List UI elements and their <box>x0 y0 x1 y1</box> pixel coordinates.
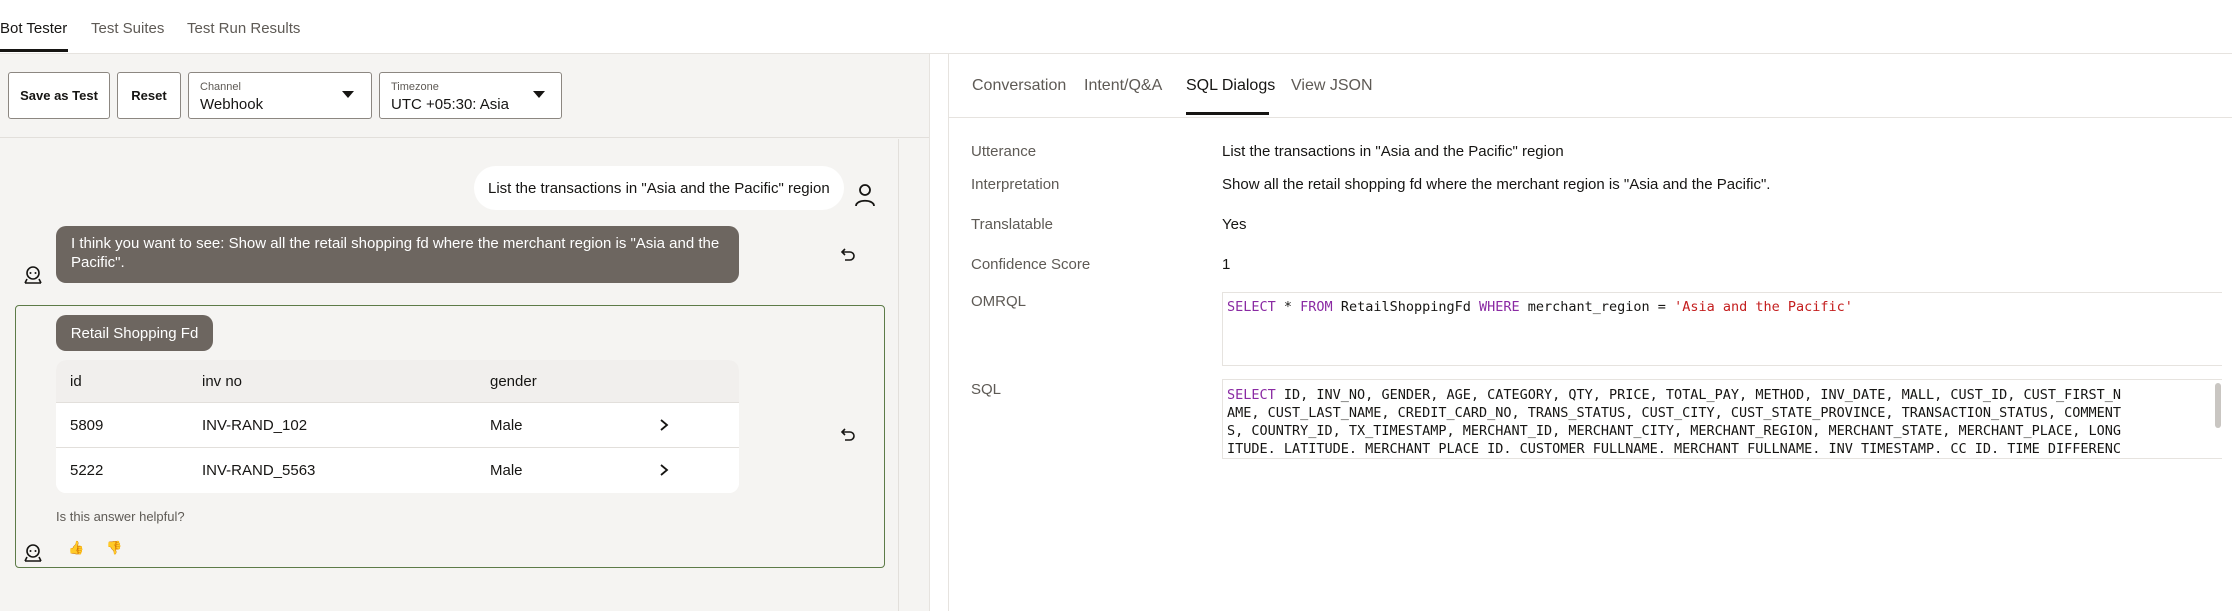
translatable-label: Translatable <box>971 216 1053 233</box>
thumbs-down-icon[interactable]: 👎 <box>106 540 122 556</box>
tab-conversation[interactable]: Conversation <box>972 77 1066 95</box>
table-row[interactable]: 5809 INV-RAND_102 Male <box>56 403 739 448</box>
translatable-value: Yes <box>1222 216 1247 233</box>
sql-keyword: SELECT <box>1227 299 1276 315</box>
sql-label: SQL <box>971 381 1002 398</box>
confidence-score-value: 1 <box>1222 256 1231 273</box>
chevron-right-icon[interactable] <box>657 418 671 432</box>
code-text: ID, INV_NO, GENDER, AGE, CATEGORY, QTY, … <box>1275 387 2122 403</box>
undo-icon[interactable] <box>838 426 856 444</box>
cell-gender: Male <box>490 462 523 479</box>
sql-scrollbar[interactable] <box>2215 383 2221 428</box>
details-pane: Conversation Intent/Q&A SQL Dialogs View… <box>949 54 2232 611</box>
channel-label: Channel <box>200 81 241 93</box>
tab-test-run-results[interactable]: Test Run Results <box>187 20 300 37</box>
user-message-text: List the transactions in "Asia and the P… <box>488 179 830 197</box>
tab-intent-qa[interactable]: Intent/Q&A <box>1084 77 1162 95</box>
channel-select[interactable]: Channel Webhook <box>188 72 372 119</box>
table-row[interactable]: 5222 INV-RAND_5563 Male <box>56 448 739 493</box>
column-header-gender: gender <box>490 372 537 390</box>
details-tab-bar: Conversation Intent/Q&A SQL Dialogs View… <box>949 54 2232 118</box>
utterance-label: Utterance <box>971 143 1037 160</box>
user-avatar-icon <box>855 184 875 207</box>
code-text: RetailShoppingFd <box>1332 299 1479 315</box>
tab-bot-tester[interactable]: Bot Tester <box>0 20 67 37</box>
cell-inv-no: INV-RAND_5563 <box>202 462 316 479</box>
timezone-select[interactable]: Timezone UTC +05:30: Asia <box>379 72 562 119</box>
sql-line: ITUDE. LATITUDE. MERCHANT PLACE ID. CUST… <box>1227 441 2122 457</box>
chevron-right-icon[interactable] <box>657 463 671 477</box>
conversation-scrollbar[interactable] <box>898 139 899 611</box>
save-as-test-button[interactable]: Save as Test <box>8 72 110 119</box>
thumbs-up-icon[interactable]: 👍 <box>68 540 84 556</box>
pane-splitter[interactable] <box>929 54 949 611</box>
cell-gender: Male <box>490 416 523 434</box>
utterance-value: List the transactions in "Asia and the P… <box>1222 143 1564 160</box>
cell-id: 5222 <box>70 462 104 479</box>
bot-response-card: Retail Shopping Fd id inv no gender 5809… <box>15 305 885 568</box>
tab-view-json[interactable]: View JSON <box>1291 77 1373 95</box>
confidence-score-label: Confidence Score <box>971 256 1091 273</box>
sql-line: SELECT ID, INV_NO, GENDER, AGE, CATEGORY… <box>1227 386 2218 404</box>
cell-id: 5809 <box>70 416 104 434</box>
tab-sql-dialogs[interactable]: SQL Dialogs <box>1186 77 1275 95</box>
sql-keyword: WHERE <box>1479 299 1520 315</box>
omrql-code-box[interactable]: SELECT * FROM RetailShoppingFd WHERE mer… <box>1222 292 2222 366</box>
helpful-prompt: Is this answer helpful? <box>56 509 185 524</box>
bot-avatar-icon <box>24 266 42 284</box>
interpretation-value: Show all the retail shopping fd where th… <box>1222 176 1771 193</box>
sql-string: 'Asia and the Pacific' <box>1674 299 1853 315</box>
bot-message-text: I think you want to see: Show all the re… <box>71 235 720 271</box>
sql-keyword: SELECT <box>1227 387 1276 403</box>
result-table: id inv no gender 5809 INV-RAND_102 Male … <box>56 360 739 493</box>
user-message-bubble: List the transactions in "Asia and the P… <box>474 166 844 210</box>
channel-value: Webhook <box>200 96 264 113</box>
sql-keyword: FROM <box>1300 299 1333 315</box>
omrql-label: OMRQL <box>971 293 1027 310</box>
tester-toolbar: Save as Test Reset Channel Webhook Timez… <box>0 54 929 138</box>
interpretation-label: Interpretation <box>971 176 1060 193</box>
active-tab-indicator <box>0 49 68 52</box>
column-header-inv-no: inv no <box>202 372 243 390</box>
timezone-value: UTC +05:30: Asia <box>391 96 509 113</box>
cell-inv-no: INV-RAND_102 <box>202 416 308 434</box>
chevron-down-icon <box>342 91 354 98</box>
undo-icon[interactable] <box>838 246 856 264</box>
bot-message-bubble: I think you want to see: Show all the re… <box>56 226 739 283</box>
top-tab-bar: Bot Tester Test Suites Test Run Results <box>0 0 2232 54</box>
code-text: merchant_region = <box>1519 299 1675 315</box>
tab-test-suites[interactable]: Test Suites <box>91 20 164 37</box>
code-text: * <box>1275 299 1301 315</box>
sql-code-box[interactable]: SELECT ID, INV_NO, GENDER, AGE, CATEGORY… <box>1222 379 2222 459</box>
active-tab-indicator <box>1186 112 1269 115</box>
tester-conversation-pane: Save as Test Reset Channel Webhook Timez… <box>0 54 929 611</box>
reset-button[interactable]: Reset <box>117 72 181 119</box>
timezone-label: Timezone <box>391 81 439 93</box>
card-title: Retail Shopping Fd <box>56 315 213 351</box>
chevron-down-icon <box>533 91 545 98</box>
column-header-id: id <box>70 372 82 390</box>
bot-avatar-icon <box>24 544 42 562</box>
table-header: id inv no gender <box>56 360 739 403</box>
sql-line: S, COUNTRY_ID, TX_TIMESTAMP, MERCHANT_ID… <box>1227 423 2122 439</box>
sql-line: AME, CUST_LAST_NAME, CREDIT_CARD_NO, TRA… <box>1227 405 2122 421</box>
